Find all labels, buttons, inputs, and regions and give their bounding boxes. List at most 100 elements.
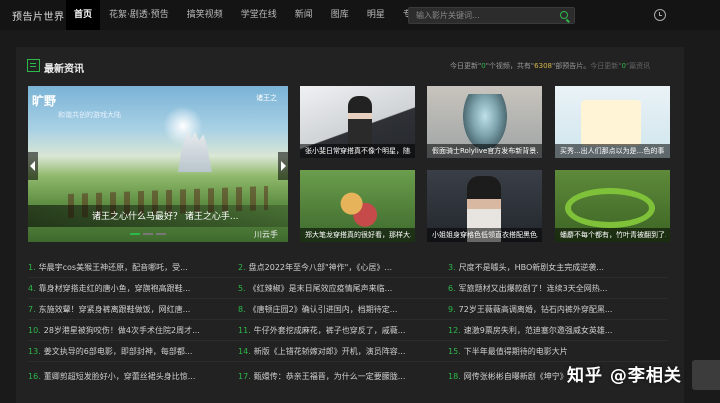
thumb-figure (581, 100, 641, 146)
news-item[interactable]: 4. 靠身材穿搭走红的唐小鱼，穿旗袍高跟鞋... (28, 283, 190, 294)
nav-item-funny[interactable]: 搞笑视频 (178, 0, 232, 30)
news-thumb[interactable]: 张小斐日常穿搭真不像个明星，随... (300, 86, 415, 158)
carousel-dots (130, 233, 166, 235)
carousel-prev-button[interactable] (28, 152, 38, 180)
news-title: 网传张彬彬自曝新剧《坤宁》... (463, 372, 576, 381)
search-input[interactable] (409, 8, 556, 23)
news-item[interactable]: 5. 《红辣椒》是末日尾效应疫情尾声来临... (238, 283, 392, 294)
news-item[interactable]: 2. 盘点2022年至今八部"神作"，《心居》... (238, 262, 392, 273)
thumb-caption: 买秀...出人们那点以为是...色的事 (560, 147, 665, 155)
news-title: 姜文执导的6部电影，即部封神，每部都... (43, 347, 193, 356)
news-index: 3. (448, 263, 456, 272)
news-index: 17. (238, 372, 251, 381)
carousel-next-button[interactable] (278, 152, 288, 180)
nav-item-gallery[interactable]: 图库 (322, 0, 358, 30)
news-title: 华晨宇cos美猴王神还原，配音哪吒，受... (38, 263, 188, 272)
carousel-dot[interactable] (143, 233, 153, 235)
watermark: 知乎 @李相关 (567, 366, 682, 386)
news-index: 12. (448, 326, 461, 335)
news-index: 8. (238, 305, 246, 314)
update-stats: 今日更新"0"个视频，共有"6308"部预告片。今日更新"0"篇资讯 (450, 61, 650, 71)
news-index: 7. (28, 305, 36, 314)
thumb-caption: 郑大笔龙穿搭真的很好看，那样大... (305, 231, 411, 239)
side-tab[interactable] (692, 360, 720, 390)
thumb-caption: 张小斐日常穿搭真不像个明星，随... (305, 147, 411, 155)
news-title: 新版《上错花轿嫁对郎》开机，演员阵容... (253, 347, 406, 356)
news-row: 10. 28岁港星被狗咬伤！做4次手术住院2周才... 11. 牛仔外套挖成麻花，裤… (28, 325, 668, 337)
news-title: 下半年最值得期待的电影大片 (463, 347, 568, 356)
news-item[interactable]: 15. 下半年最值得期待的电影大片 (448, 346, 568, 357)
news-index: 2. (238, 263, 246, 272)
news-item[interactable]: 1. 华晨宇cos美猴王神还原，配音哪吒，受... (28, 262, 188, 273)
stats-today2-suffix: "篇资讯 (625, 62, 651, 70)
news-thumb[interactable]: 郑大笔龙穿搭真的很好看，那样大... (300, 170, 415, 242)
news-index: 16. (28, 372, 41, 381)
stats-prefix: 今日更新" (450, 62, 482, 70)
news-row: 7. 东施效颦！穿紧身裤离跟鞋做饭，网红唐... 8. 《唐顿庄园2》确认引进国内，… (28, 304, 668, 316)
news-title: 《唐顿庄园2》确认引进国内，档期待定... (248, 305, 398, 314)
nav-item-news[interactable]: 新闻 (286, 0, 322, 30)
carousel-dot[interactable] (130, 233, 140, 235)
news-title: 东施效颦！穿紧身裤离跟鞋做饭，网红唐... (38, 305, 191, 314)
news-item[interactable]: 9. 72岁王薇薇高调离婚，钻石内裤外穿配黑... (448, 304, 612, 315)
stats-mid: "个视频，共有" (485, 62, 535, 70)
nav-item-home[interactable]: 首页 (66, 0, 101, 30)
news-title: 军旅题材又出爆款剧了！连续3天全网热... (458, 284, 608, 293)
hero-caption-2: 川云手 (254, 230, 278, 239)
thumb-caption: 蟠麝不每个都有，竹叶青被翻到了... (560, 231, 666, 239)
search-box (408, 7, 575, 24)
news-item[interactable]: 8. 《唐顿庄园2》确认引进国内，档期待定... (238, 304, 397, 315)
section-title: 最新资讯 (44, 64, 84, 75)
news-index: 14. (238, 347, 251, 356)
news-item[interactable]: 11. 牛仔外套挖成麻花，裤子也穿反了，戚薇... (238, 325, 405, 336)
search-icon[interactable] (560, 11, 568, 19)
stats-total-trailers: 6308 (534, 62, 552, 70)
row-divider (28, 340, 668, 341)
news-index: 1. (28, 263, 36, 272)
hero-subtitle: 和谐共创的游戏大陆 (58, 111, 121, 119)
hero-caption[interactable]: 诸王之心什么马最好？ 诸王之心手... (92, 209, 238, 222)
site-logo[interactable]: 预告片世界 (12, 8, 65, 23)
news-item[interactable]: 14. 新版《上错花轿嫁对郎》开机，演员阵容... (238, 346, 405, 357)
news-item[interactable]: 16. 董卿剪超短发脸好小，穿蕾丝裙头身比惊... (28, 371, 195, 382)
news-item[interactable]: 17. 甄嬛传：恭亲王福晋，为什么一定要朦胧... (238, 371, 405, 382)
news-index: 9. (448, 305, 456, 314)
news-index: 6. (448, 284, 456, 293)
hero-game-logo: 旷野 (32, 94, 57, 108)
news-row: 13. 姜文执导的6部电影，即部封神，每部都... 14. 新版《上错花轿嫁对郎》开… (28, 346, 668, 358)
news-row: 1. 华晨宇cos美猴王神还原，配音哪吒，受... 2. 盘点2022年至今八部"神… (28, 262, 668, 274)
row-divider (28, 319, 668, 320)
news-thumb[interactable]: 蟠麝不每个都有，竹叶青被翻到了... (555, 170, 670, 242)
news-title: 《红辣椒》是末日尾效应疫情尾声来临... (248, 284, 393, 293)
chevron-right-icon (281, 161, 286, 171)
news-item[interactable]: 6. 军旅题材又出爆款剧了！连续3天全网热... (448, 283, 607, 294)
nav-item-trailers[interactable]: 花絮·剧透·预告 (100, 0, 178, 30)
thumb-caption: 小姐姐身穿格色低领直衣搭配黑色... (432, 231, 538, 239)
news-title: 速激9票房失利，范迪塞尔邀强威女英雄... (463, 326, 613, 335)
news-title: 甄嬛传：恭亲王福晋，为什么一定要朦胧... (253, 372, 406, 381)
hero-tag: 诸王之 (256, 94, 277, 102)
news-title: 72岁王薇薇高调离婚，钻石内裤外穿配黑... (458, 305, 613, 314)
news-item[interactable]: 10. 28岁港星被狗咬伤！做4次手术住院2周才... (28, 325, 200, 336)
news-thumb[interactable]: 假面骑士Rolylive官方发布新背景... (427, 86, 542, 158)
news-section-icon (27, 59, 40, 72)
main-nav: 首页 花絮·剧透·预告 搞笑视频 学堂在线 新闻 图库 明星 专题 (66, 0, 430, 30)
carousel-dot[interactable] (156, 233, 166, 235)
news-index: 10. (28, 326, 41, 335)
news-thumb[interactable]: 买秀...出人们那点以为是...色的事 (555, 86, 670, 158)
news-index: 4. (28, 284, 36, 293)
news-thumb[interactable]: 小姐姐身穿格色低领直衣搭配黑色... (427, 170, 542, 242)
news-item[interactable]: 7. 东施效颦！穿紧身裤离跟鞋做饭，网红唐... (28, 304, 190, 315)
news-index: 11. (238, 326, 251, 335)
news-item[interactable]: 3. 尺度不是噱头，HBO新剧女主完成逆袭... (448, 262, 604, 273)
clock-icon[interactable] (654, 9, 666, 21)
news-item[interactable]: 12. 速激9票房失利，范迪塞尔邀强威女英雄... (448, 325, 612, 336)
news-index: 13. (28, 347, 41, 356)
news-item[interactable]: 18. 网传张彬彬自曝新剧《坤宁》... (448, 371, 575, 382)
row-divider (28, 298, 668, 299)
news-index: 5. (238, 284, 246, 293)
news-item[interactable]: 13. 姜文执导的6部电影，即部封神，每部都... (28, 346, 192, 357)
nav-item-school[interactable]: 学堂在线 (232, 0, 286, 30)
chevron-left-icon (30, 161, 35, 171)
nav-item-stars[interactable]: 明星 (358, 0, 394, 30)
